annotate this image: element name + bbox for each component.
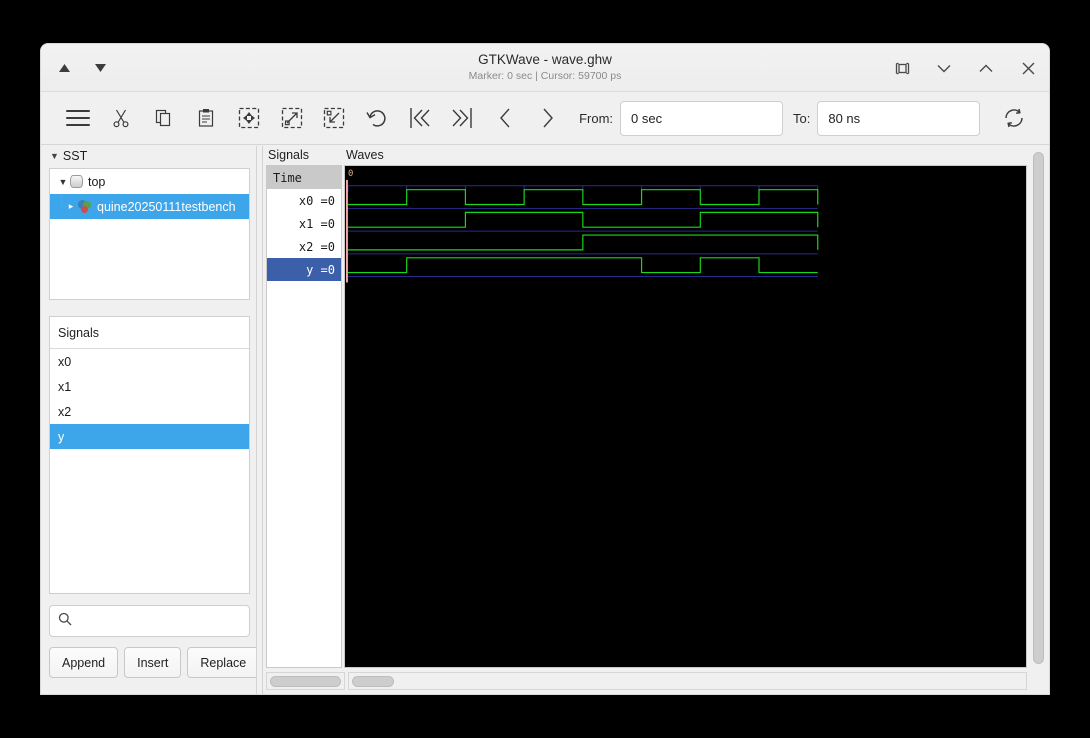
title-bar: GTKWave - wave.ghw Marker: 0 sec | Curso… [41, 44, 1049, 92]
paste-icon[interactable] [185, 98, 228, 138]
signal-name-pane: Signals Time x0 =0 x1 =0 x2 =0 [263, 146, 342, 668]
wave-area-top: Signals Time x0 =0 x1 =0 x2 =0 [263, 146, 1049, 668]
action-button-row: Append Insert Replace [49, 647, 250, 678]
sst-header-label: SST [63, 149, 87, 163]
scrollbar-thumb[interactable] [270, 676, 341, 687]
to-input[interactable] [817, 101, 980, 136]
waveform-canvas[interactable]: 0 [345, 166, 1026, 668]
cut-icon[interactable] [100, 98, 143, 138]
scrollbar-thumb[interactable] [1033, 152, 1044, 664]
append-button[interactable]: Append [49, 647, 118, 678]
wave-name-label: y =0 [306, 263, 335, 277]
list-item-label: y [58, 430, 64, 444]
list-item-label: x0 [58, 355, 71, 369]
chevron-up-icon[interactable] [975, 57, 997, 79]
waveform-pane-title: Waves [344, 146, 1027, 165]
triangle-up-icon[interactable] [53, 57, 75, 79]
window-controls [891, 44, 1039, 92]
tree-item-testbench[interactable]: ▸ quine20250111testbench [50, 194, 249, 219]
replace-button[interactable]: Replace [187, 647, 259, 678]
signal-list-header: Signals [50, 317, 249, 349]
tree-guide-line [61, 206, 66, 207]
wave-trace-x2 [348, 235, 818, 250]
window-subtitle: Marker: 0 sec | Cursor: 59700 ps [469, 70, 622, 84]
chevron-down-icon: ▼ [50, 152, 59, 161]
list-item[interactable]: x1 [50, 374, 249, 399]
scrollbar-thumb[interactable] [352, 676, 394, 687]
wave-trace-x1 [348, 212, 818, 227]
wave-trace-x0 [348, 190, 818, 205]
zoom-in-icon[interactable] [270, 98, 313, 138]
menu-icon[interactable] [57, 98, 100, 138]
insert-button[interactable]: Insert [124, 647, 181, 678]
window-title: GTKWave - wave.ghw [478, 52, 612, 69]
main-body: ▼ SST ▼ top ▸ quine20250111testbench [41, 146, 1049, 694]
wave-name-label: x2 =0 [299, 240, 335, 254]
time-row-label: Time [273, 171, 302, 185]
go-end-icon[interactable] [441, 98, 484, 138]
triangle-down-icon[interactable] [89, 57, 111, 79]
time-origin-label: 0 [348, 169, 353, 179]
list-item[interactable]: x0 [50, 349, 249, 374]
wave-name-row[interactable]: x0 =0 [267, 189, 341, 212]
module-icon [70, 175, 83, 188]
zoom-fit-icon[interactable] [228, 98, 271, 138]
sst-header[interactable]: ▼ SST [49, 146, 250, 166]
chevron-right-icon[interactable]: ▸ [64, 201, 78, 212]
zoom-out-icon[interactable] [313, 98, 356, 138]
wave-name-label: x1 =0 [299, 217, 335, 231]
waveform-horizontal-scrollbar[interactable] [348, 672, 1027, 690]
wave-name-row[interactable]: y =0 [267, 258, 341, 281]
next-edge-icon[interactable] [526, 98, 569, 138]
prev-edge-icon[interactable] [484, 98, 527, 138]
chevron-down-icon[interactable]: ▼ [56, 177, 70, 187]
waveform-vertical-scrollbar[interactable] [1027, 146, 1049, 668]
list-item-label: x2 [58, 405, 71, 419]
chevron-down-icon[interactable] [933, 57, 955, 79]
reload-icon[interactable] [992, 98, 1035, 138]
signal-name-list[interactable]: Time x0 =0 x1 =0 x2 =0 y =0 [266, 165, 342, 668]
undo-icon[interactable] [356, 98, 399, 138]
list-item-label: x1 [58, 380, 71, 394]
restore-window-icon[interactable] [891, 57, 913, 79]
panel-splitter[interactable] [256, 146, 263, 694]
wave-name-row[interactable]: x1 =0 [267, 212, 341, 235]
tree-item-top-label: top [88, 175, 105, 189]
title-bar-nav-group [53, 44, 111, 92]
time-row: Time [267, 166, 341, 189]
main-toolbar: From: To: [41, 92, 1049, 145]
search-box[interactable] [49, 605, 250, 637]
search-icon [58, 612, 72, 631]
left-panel: ▼ SST ▼ top ▸ quine20250111testbench [41, 146, 256, 694]
from-label: From: [579, 111, 613, 126]
wave-area: Signals Time x0 =0 x1 =0 x2 =0 [263, 146, 1049, 694]
wave-trace-y [348, 258, 818, 273]
names-horizontal-scrollbar[interactable] [266, 672, 345, 690]
signal-list-panel: Signals x0 x1 x2 y [49, 316, 250, 594]
close-icon[interactable] [1017, 57, 1039, 79]
list-item[interactable]: y [50, 424, 249, 449]
wave-name-label: x0 =0 [299, 194, 335, 208]
signal-name-pane-title: Signals [266, 146, 342, 165]
wave-area-scrollbars [263, 668, 1049, 694]
to-label: To: [793, 111, 810, 126]
wave-name-row[interactable]: x2 =0 [267, 235, 341, 258]
go-start-icon[interactable] [398, 98, 441, 138]
search-input[interactable] [78, 606, 243, 636]
gtkwave-window: GTKWave - wave.ghw Marker: 0 sec | Curso… [41, 44, 1049, 694]
from-input[interactable] [620, 101, 783, 136]
tree-item-top[interactable]: ▼ top [50, 169, 249, 194]
list-item[interactable]: x2 [50, 399, 249, 424]
tree-item-testbench-label: quine20250111testbench [97, 200, 236, 214]
waveform-pane: Waves 0 [342, 146, 1027, 668]
copy-icon[interactable] [142, 98, 185, 138]
instance-icon [78, 200, 93, 214]
sst-tree[interactable]: ▼ top ▸ quine20250111testbench [49, 168, 250, 300]
waveform-canvas-frame[interactable]: 0 [344, 165, 1027, 668]
